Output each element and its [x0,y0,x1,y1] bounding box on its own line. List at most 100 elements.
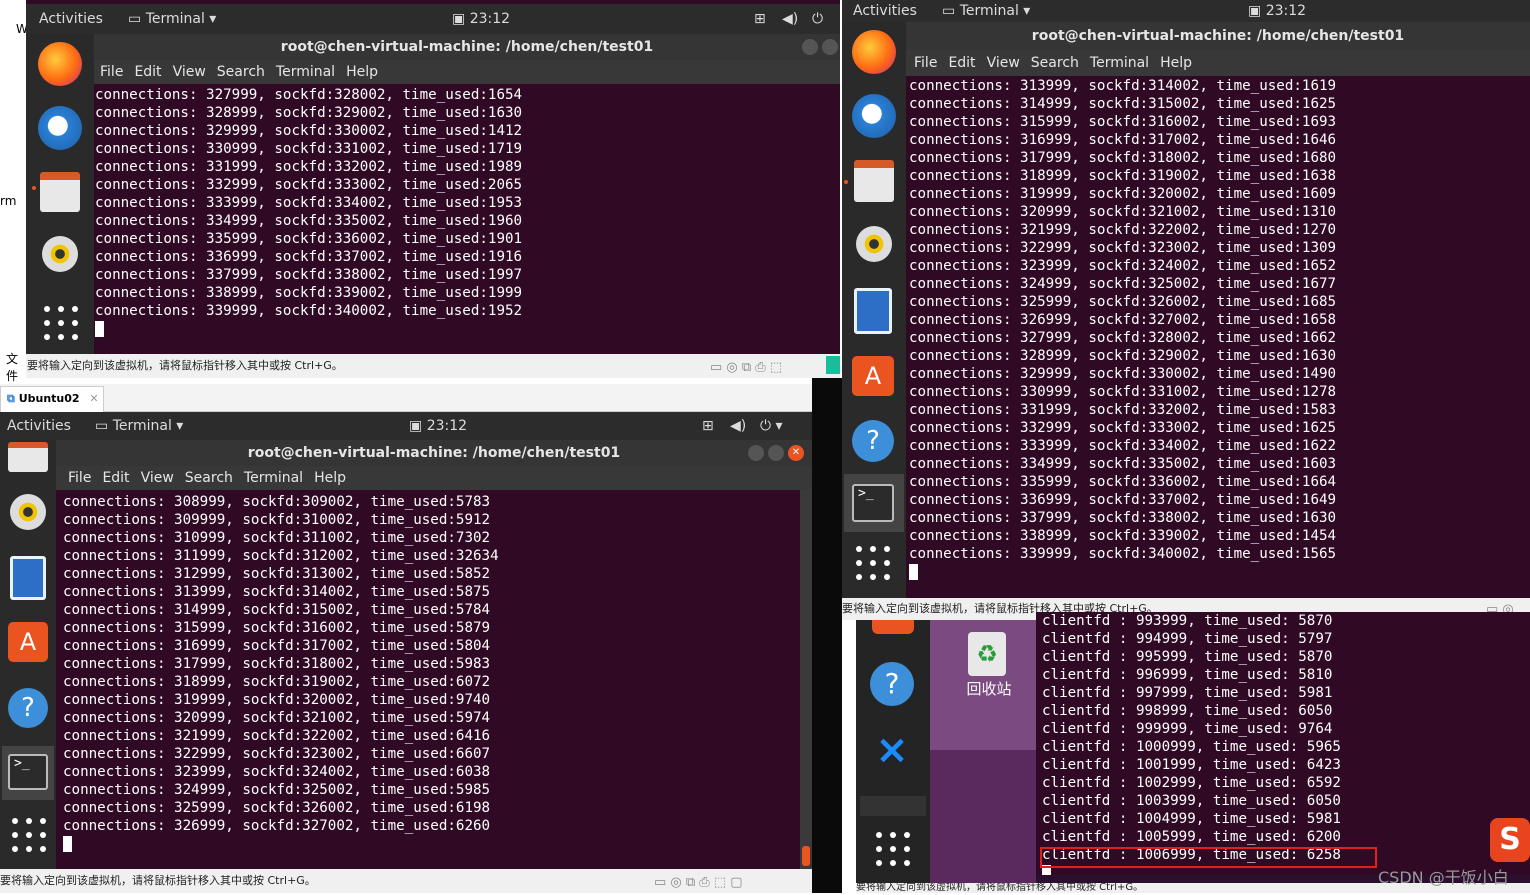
software-center-icon[interactable]: A [8,622,48,662]
show-applications-icon[interactable] [856,546,890,580]
terminal-line: connections: 315999, sockfd:316002, time… [909,114,1337,130]
terminal-line: connections: 313999, sockfd:314002, time… [909,78,1337,94]
menu-terminal[interactable]: Terminal [244,466,303,490]
writer-icon[interactable] [10,556,46,600]
menu-terminal[interactable]: Terminal [276,60,335,84]
files-icon[interactable] [8,442,48,472]
menu-view[interactable]: View [173,60,206,84]
network-icon[interactable]: ⊞ [754,11,766,27]
vm3-terminal-output[interactable]: connections: 313999, sockfd:314002, time… [906,77,1530,598]
terminal-app-menu[interactable]: ▭ Terminal ▾ [128,11,216,27]
activities-button[interactable]: Activities [7,418,71,434]
maximize-button[interactable] [822,39,838,55]
files-icon[interactable] [854,160,894,202]
menu-edit[interactable]: Edit [102,466,129,490]
terminal-line: connections: 330999, sockfd:331002, time… [909,384,1337,400]
vm-device-icons[interactable]: ▭ ◎ ⧉ ⎙ ⬚ ▢ [654,871,743,895]
vm2-terminal-output[interactable]: connections: 308999, sockfd:309002, time… [56,493,800,869]
menu-search[interactable]: Search [217,60,265,84]
dock-separator [860,796,926,816]
rhythmbox-icon[interactable] [856,226,892,262]
vscode-icon[interactable]: ⨯ [870,728,914,772]
software-center-icon[interactable]: A [852,356,894,396]
clock[interactable]: ▣ 23:12 [1248,3,1306,19]
show-applications-icon[interactable] [44,306,78,340]
minimize-button[interactable] [802,39,818,55]
vm1-terminal-output[interactable]: connections: 327999, sockfd:328002, time… [94,86,840,354]
menu-terminal[interactable]: Terminal [1090,50,1149,76]
terminal-line: connections: 335999, sockfd:336002, time… [909,474,1337,490]
vm4-window[interactable]: ? ⨯ ♻ 回收站 clientfd : 993999, time_used: … [856,612,1530,893]
vm4-terminal-output[interactable]: clientfd : 993999, time_used: 5870 client… [1036,612,1530,875]
menu-edit[interactable]: Edit [134,60,161,84]
menu-file[interactable]: File [100,60,123,84]
menu-view[interactable]: View [987,50,1020,76]
files-icon[interactable] [40,172,80,212]
desktop-area: ♻ 回收站 [930,620,1036,893]
terminal-icon[interactable]: >_ [8,754,48,790]
network-icon[interactable]: ⊞ [702,418,714,434]
vm1-topbar: Activities ▭ Terminal ▾ ▣ 23:12 ⊞ ◀) ⏻ [26,4,840,34]
activities-button[interactable]: Activities [853,3,917,19]
minimize-button[interactable] [748,445,764,461]
activities-button[interactable]: Activities [39,11,103,27]
show-applications-icon[interactable] [12,818,46,852]
scrollbar-thumb[interactable] [802,846,810,866]
terminal-line: connections: 338999, sockfd:339002, time… [95,285,523,301]
software-center-icon[interactable] [872,620,914,634]
volume-icon[interactable]: ◀) [782,11,798,27]
vm2-window[interactable]: ⧉ Ubuntu02 ✕ Activities ▭ Terminal ▾ ▣ 2… [0,384,812,893]
menu-view[interactable]: View [141,466,174,490]
terminal-app-menu[interactable]: ▭ Terminal ▾ [942,3,1030,19]
volume-icon[interactable]: ◀) [730,418,746,434]
vm2-menubar: File Edit View Search Terminal Help [56,466,812,490]
status-hint: 要将输入定向到该虚拟机，请将鼠标指针移入其中或按 Ctrl+G。 [856,883,1144,893]
thunderbird-icon[interactable] [38,106,82,150]
menu-help[interactable]: Help [1160,50,1192,76]
rhythmbox-icon[interactable] [42,236,78,272]
menu-help[interactable]: Help [314,466,346,490]
recycle-bin-label: 回收站 [966,680,1012,698]
vertical-scrollbar[interactable] [800,490,812,869]
menu-help[interactable]: Help [346,60,378,84]
terminal-line: connections: 318999, sockfd:319002, time… [909,168,1337,184]
help-icon[interactable]: ? [852,420,894,462]
terminal-line: clientfd : 1000999, time_used: 5965 [1042,739,1341,755]
help-icon[interactable]: ? [8,688,48,728]
close-tab-icon[interactable]: ✕ [89,392,98,405]
menu-search[interactable]: Search [1031,50,1079,76]
vm4-dock: ? ⨯ [856,620,930,893]
terminal-line: connections: 310999, sockfd:311002, time… [63,530,491,546]
terminal-icon[interactable]: >_ [852,484,894,522]
writer-icon[interactable] [854,288,892,334]
power-icon[interactable]: ⏻ [812,11,823,27]
menu-search[interactable]: Search [185,466,233,490]
rhythmbox-icon[interactable] [10,494,46,530]
vm1-window[interactable]: Activities ▭ Terminal ▾ ▣ 23:12 ⊞ ◀) ⏻ r… [26,0,840,378]
terminal-line: connections: 320999, sockfd:321002, time… [909,204,1337,220]
recycle-bin-icon[interactable]: ♻ [968,632,1006,676]
maximize-button[interactable] [768,445,784,461]
menu-edit[interactable]: Edit [948,50,975,76]
terminal-line: connections: 322999, sockfd:323002, time… [63,746,491,762]
vm-tab-ubuntu02[interactable]: ⧉ Ubuntu02 ✕ [0,386,104,412]
menu-file[interactable]: File [914,50,937,76]
thunderbird-icon[interactable] [852,94,896,138]
vm3-window[interactable]: Activities ▭ Terminal ▾ ▣ 23:12 A ? >_ r… [842,0,1530,620]
clock[interactable]: ▣ 23:12 [409,418,467,434]
power-icon[interactable]: ⏻ ▾ [760,418,783,434]
terminal-app-menu[interactable]: ▭ Terminal ▾ [95,418,183,434]
menu-file[interactable]: File [68,466,91,490]
close-button[interactable]: ✕ [788,445,804,461]
vm-device-icons[interactable]: ▭ ◎ ⧉ ⎙ ⬚ [710,356,782,380]
clock[interactable]: ▣ 23:12 [452,11,510,27]
firefox-icon[interactable] [38,42,82,86]
terminal-line: connections: 321999, sockfd:322002, time… [909,222,1337,238]
terminal-line: connections: 314999, sockfd:315002, time… [909,96,1337,112]
firefox-icon[interactable] [852,30,896,74]
show-applications-icon[interactable] [876,832,910,866]
help-icon[interactable]: ? [870,662,914,706]
terminal-line: connections: 334999, sockfd:335002, time… [909,456,1337,472]
recycle-bin-selection[interactable]: ♻ 回收站 [930,620,1036,750]
sogou-input-icon[interactable]: S [1490,818,1530,862]
